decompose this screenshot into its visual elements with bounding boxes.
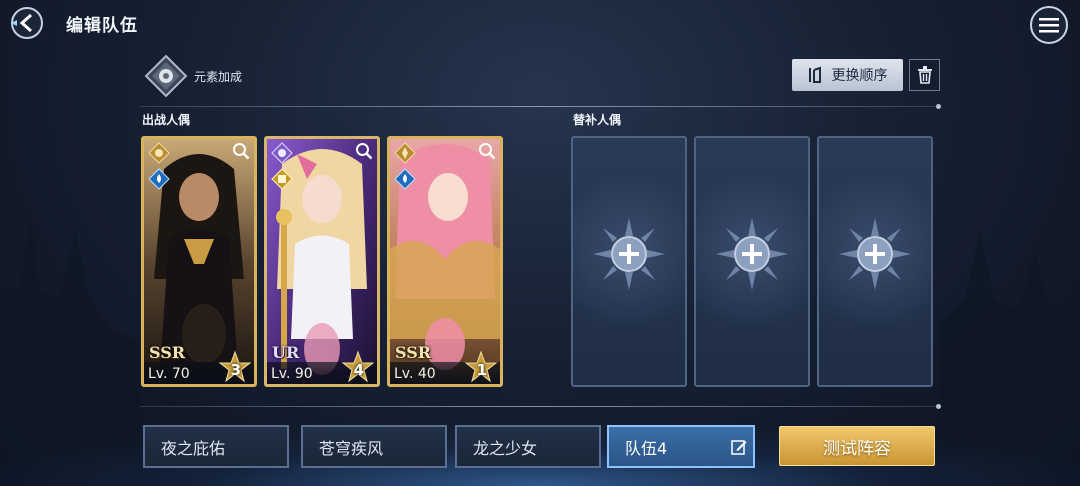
level-label: Lv. 90 [271, 366, 313, 382]
magnify-icon [479, 143, 496, 160]
star-count: 3 [230, 361, 241, 379]
substitute-dolls-label: 替补人偶 [573, 113, 622, 127]
team-tab-label: 苍穹疾风 [319, 438, 384, 458]
star-count: 1 [476, 361, 487, 379]
substitute-slot-1[interactable] [571, 136, 687, 387]
team-tab-1[interactable]: 夜之庇佑 [143, 425, 289, 468]
element-bonus-button[interactable]: 元素加成 [144, 54, 242, 98]
substitute-slot-2[interactable] [694, 136, 810, 387]
team-tab-label: 夜之庇佑 [161, 438, 226, 458]
team-tab-3[interactable]: 龙之少女 [455, 425, 601, 468]
water-element-icon [394, 168, 416, 190]
star-count: 4 [353, 361, 364, 379]
doll-card-1[interactable]: SSR Lv. 70 3 [141, 136, 257, 387]
top-divider [140, 106, 936, 107]
class-badge-icon [394, 142, 416, 164]
rarity-label: SSR [149, 343, 186, 362]
page-title: 编辑队伍 [66, 16, 138, 36]
light-element-icon [271, 168, 293, 190]
class-badge-icon [271, 142, 293, 164]
team-tab-label: 龙之少女 [473, 438, 538, 458]
menu-button[interactable] [1030, 6, 1068, 44]
rarity-label: UR [272, 343, 300, 362]
doll-card-3[interactable]: SSR Lv. 40 1 [387, 136, 503, 387]
level-label: Lv. 40 [394, 366, 436, 382]
rarity-label: SSR [395, 343, 432, 362]
test-lineup-button[interactable]: 测试阵容 [779, 426, 935, 466]
divider-dot [936, 404, 941, 409]
edit-icon[interactable] [731, 439, 747, 455]
water-element-icon [148, 168, 170, 190]
back-arrow-icon [11, 7, 43, 39]
add-doll-icon [839, 218, 911, 290]
bottom-divider [140, 406, 936, 407]
team-tab-label: 队伍4 [625, 438, 668, 458]
doll-card-2[interactable]: UR Lv. 90 4 [264, 136, 380, 387]
add-doll-icon [593, 218, 665, 290]
swap-order-icon [808, 66, 821, 83]
divider-dot [936, 104, 941, 109]
team-tab-4[interactable]: 队伍4 [607, 425, 755, 468]
test-lineup-label: 测试阵容 [823, 438, 891, 459]
team-tab-2[interactable]: 苍穹疾风 [301, 425, 447, 468]
level-label: Lv. 70 [148, 366, 190, 382]
hamburger-menu-icon [1039, 18, 1059, 33]
active-dolls-label: 出战人偶 [142, 113, 191, 127]
change-order-button[interactable]: 更换顺序 [792, 59, 903, 91]
change-order-label: 更换顺序 [831, 68, 888, 84]
class-badge-icon [148, 142, 170, 164]
delete-team-button[interactable] [909, 59, 940, 91]
magnify-icon [233, 143, 250, 160]
trash-icon [917, 66, 932, 84]
add-doll-icon [716, 218, 788, 290]
element-bonus-label: 元素加成 [194, 69, 243, 84]
element-bonus-icon [144, 54, 188, 98]
back-button[interactable] [8, 6, 46, 40]
magnify-icon [356, 143, 373, 160]
substitute-slot-3[interactable] [817, 136, 933, 387]
